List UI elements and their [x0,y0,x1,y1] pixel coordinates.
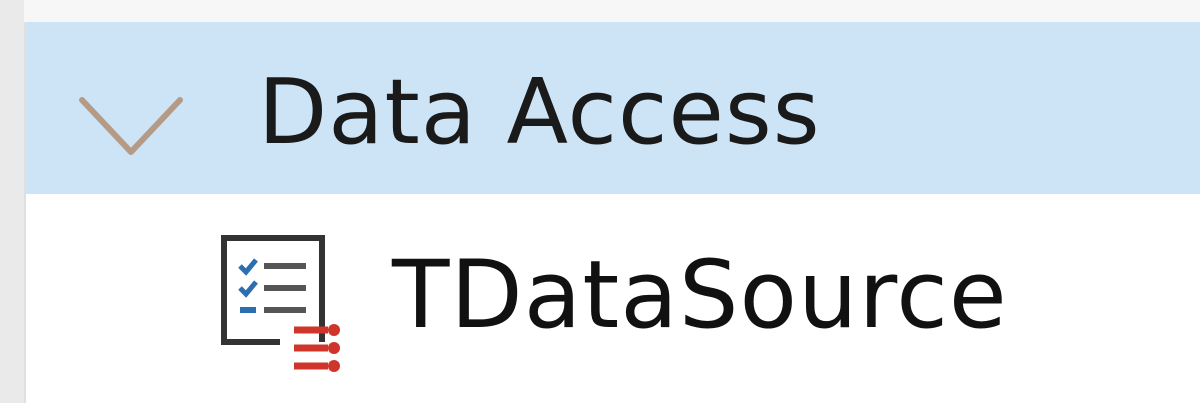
datasource-icon [221,235,340,372]
component-label: TDataSource [392,241,1008,350]
chevron-down-icon[interactable] [76,92,186,162]
tool-palette: Data Access TDataSource [0,0,1200,403]
palette-left-border [0,0,26,403]
category-label: Data Access [258,60,821,165]
previous-category-edge [24,0,1200,23]
